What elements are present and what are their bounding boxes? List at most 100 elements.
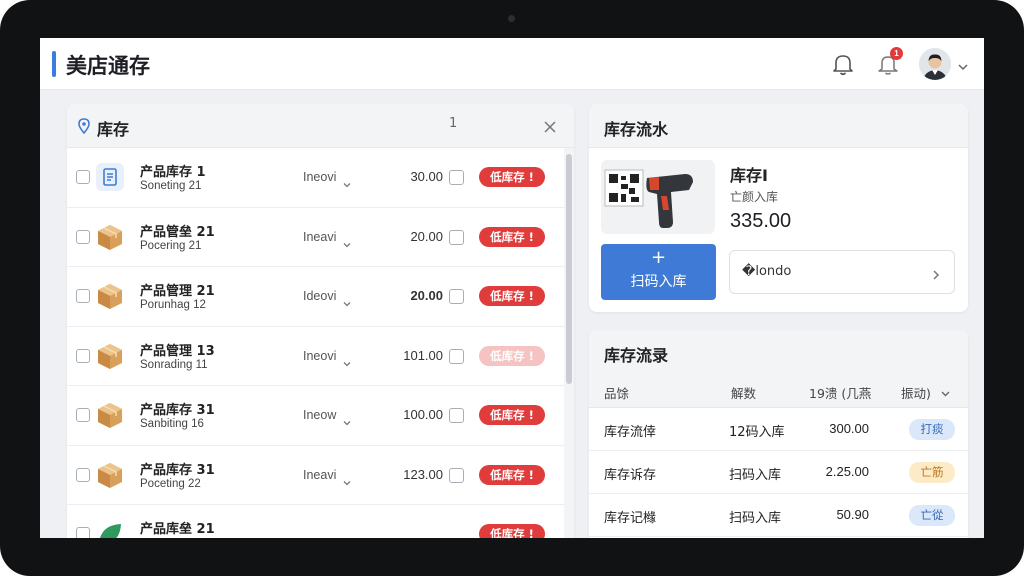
record-name: 库存流倖 <box>604 425 657 440</box>
chevron-down-icon[interactable] <box>343 353 351 366</box>
notification-bell-icon[interactable]: 1 <box>876 47 903 77</box>
record-type: 扫码入库 <box>729 468 782 483</box>
chevron-right-icon <box>930 266 942 280</box>
row-checkbox[interactable] <box>76 408 90 422</box>
row-toggle-checkbox[interactable] <box>449 229 464 245</box>
unit-select[interactable]: Ineovi <box>303 349 336 363</box>
chevron-down-icon[interactable] <box>343 412 351 426</box>
row-checkbox[interactable] <box>76 527 90 538</box>
product-name: 产品管垒 21 <box>140 224 215 240</box>
user-avatar[interactable] <box>919 48 951 80</box>
app-title: 美店通存 <box>66 54 150 78</box>
scrollbar-thumb[interactable] <box>566 154 572 384</box>
box-icon <box>95 341 125 371</box>
inventory-row[interactable]: 产品管理 13 Sonrading 11 Ineovi 101.00 低库存 ! <box>67 327 564 386</box>
low-stock-badge: 低库存 ! <box>479 405 545 425</box>
document-icon <box>95 162 125 192</box>
quantity-value: 100.00 <box>403 407 443 422</box>
inventory-pager[interactable]: 1 <box>449 116 457 131</box>
product-name: 产品管理 13 <box>140 343 215 359</box>
bell-icon[interactable] <box>830 51 856 77</box>
product-sub: Porunhag 12 <box>140 299 206 311</box>
chevron-down-icon[interactable] <box>343 234 351 247</box>
stock-flow-title: 库存流水 <box>604 120 669 139</box>
row-toggle-checkbox[interactable] <box>449 289 464 304</box>
stock-flow-header: 库存流水 <box>589 104 968 148</box>
table-row[interactable]: 库存诉存 扫码入库 2.25.00 亡筋 <box>589 451 968 494</box>
product-name: 产品库存 1 <box>140 165 206 180</box>
stock-flow-panel: 库存流水 库存I 亡颜入库 335.00 + 扫码入库 �londo <box>589 104 968 312</box>
stock-records-title: 库存流录 <box>604 346 669 365</box>
inventory-list: 产品库存 1 Soneting 21 Ineovi 30.00 低库存 ! 产品… <box>67 148 564 538</box>
unit-select[interactable]: Ineavi <box>303 230 336 244</box>
record-name: 库存记橼 <box>604 511 657 526</box>
chevron-down-icon[interactable] <box>343 293 351 307</box>
product-name: 产品库存 31 <box>140 403 215 418</box>
product-sub: Soneting 21 <box>140 180 202 192</box>
stock-records-panel: 库存流录 品馀 解数 19溃 (几燕 振动) 库存流倖 12码入库 300.00… <box>589 330 968 538</box>
quantity-value: 20.00 <box>410 228 443 244</box>
low-stock-badge: 低库存 ! <box>479 167 545 187</box>
box-icon <box>95 222 125 252</box>
inventory-row[interactable]: 产品管垒 21 Pocering 21 Ineavi 20.00 低库存 ! <box>67 208 564 267</box>
record-name: 库存诉存 <box>604 468 657 483</box>
camera-dot <box>508 15 515 22</box>
product-sub: Sanbiting 16 <box>140 418 204 430</box>
filter-button[interactable]: �londo <box>729 250 955 294</box>
row-toggle-checkbox[interactable] <box>449 467 464 483</box>
close-icon[interactable] <box>543 119 557 133</box>
column-header[interactable]: 解数 <box>731 383 756 402</box>
row-checkbox[interactable] <box>76 467 90 482</box>
chevron-down-icon[interactable] <box>343 174 351 188</box>
product-sub: Sonrading 11 <box>140 358 208 371</box>
inventory-row[interactable]: 产品库垒 21 低库存 ! <box>67 505 564 538</box>
chevron-down-icon[interactable] <box>343 472 351 485</box>
record-type: 12码入库 <box>729 425 785 440</box>
product-sub: Poceting 22 <box>140 477 201 490</box>
low-stock-badge: 低库存 ! <box>479 226 545 247</box>
inventory-row[interactable]: 产品库存 31 Sanbiting 16 Ineow 100.00 低库存 ! <box>67 386 564 446</box>
chevron-down-icon[interactable] <box>957 58 969 71</box>
row-checkbox[interactable] <box>76 289 90 303</box>
app-screen: 美店通存 1 库存 1 产品库存 1 Soneting 21 Ineovi 30… <box>40 38 984 538</box>
unit-select[interactable]: Ideovi <box>303 289 336 303</box>
row-checkbox[interactable] <box>76 229 90 244</box>
status-badge: 打痰 <box>909 419 955 440</box>
scan-in-label: 扫码入库 <box>630 274 687 290</box>
product-sub: Pocering 21 <box>140 239 202 252</box>
column-header[interactable]: 19溃 (几燕 <box>809 383 871 402</box>
scrollbar-track[interactable] <box>564 148 574 538</box>
chevron-down-icon[interactable] <box>941 386 950 401</box>
box-icon <box>95 400 125 430</box>
table-row[interactable]: 库存记橼 扫码入库 50.90 亡從 <box>589 494 968 537</box>
record-amount: 300.00 <box>829 421 869 436</box>
row-toggle-checkbox[interactable] <box>449 348 464 364</box>
record-type: 扫码入库 <box>729 511 782 526</box>
row-checkbox[interactable] <box>76 348 90 363</box>
records-table-header: 品馀 解数 19溃 (几燕 振动) <box>589 374 968 408</box>
quantity-value: 30.00 <box>410 169 443 184</box>
product-name: 产品库存 31 <box>140 462 215 478</box>
product-name: 产品管理 21 <box>140 284 215 299</box>
low-stock-badge: 低库存 ! <box>479 345 545 366</box>
scan-in-button[interactable]: + 扫码入库 <box>601 244 716 300</box>
location-pin-icon <box>77 118 91 135</box>
quantity-value: 20.00 <box>410 288 443 303</box>
unit-select[interactable]: Ineovi <box>303 170 336 184</box>
record-amount: 50.90 <box>836 507 869 522</box>
product-name: 产品库垒 21 <box>140 522 215 537</box>
inventory-row[interactable]: 产品管理 21 Porunhag 12 Ideovi 20.00 低库存 ! <box>67 267 564 327</box>
table-row[interactable]: 库存流倖 12码入库 300.00 打痰 <box>589 408 968 451</box>
inventory-row[interactable]: 产品库存 1 Soneting 21 Ineovi 30.00 低库存 ! <box>67 148 564 208</box>
row-toggle-checkbox[interactable] <box>449 408 464 423</box>
unit-select[interactable]: Ineow <box>303 408 336 422</box>
column-header[interactable]: 振动) <box>901 383 931 402</box>
plus-icon: + <box>650 247 667 268</box>
unit-select[interactable]: Ineavi <box>303 468 336 482</box>
notification-badge: 1 <box>890 47 903 60</box>
row-toggle-checkbox[interactable] <box>449 170 464 185</box>
inventory-row[interactable]: 产品库存 31 Poceting 22 Ineavi 123.00 低库存 ! <box>67 446 564 505</box>
column-header[interactable]: 品馀 <box>604 383 629 402</box>
row-checkbox[interactable] <box>76 170 90 184</box>
tablet-bezel: 美店通存 1 库存 1 产品库存 1 Soneting 21 Ineovi 30… <box>0 0 1024 576</box>
